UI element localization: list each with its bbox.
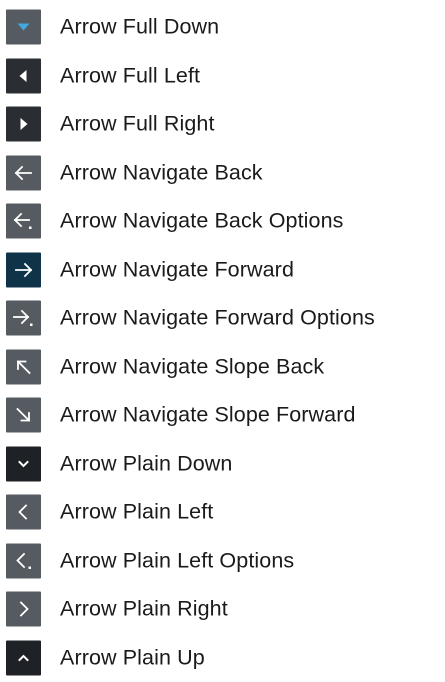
arrow-plain-left-options-icon: [6, 543, 41, 578]
arrow-full-left-icon: [6, 58, 41, 93]
item-label: Arrow Plain Up: [60, 645, 205, 670]
item-label: Arrow Navigate Back: [60, 160, 263, 185]
arrow-plain-left-icon: [6, 495, 41, 530]
list-item: Arrow Navigate Slope Back: [0, 343, 445, 392]
list-item: Arrow Navigate Forward: [0, 246, 445, 295]
item-label: Arrow Plain Down: [60, 451, 232, 476]
arrow-navigate-forward-icon: [6, 252, 41, 287]
arrow-plain-up-icon: [6, 640, 41, 675]
list-item: Arrow Navigate Forward Options: [0, 294, 445, 343]
arrow-plain-right-icon: [6, 592, 41, 627]
item-label: Arrow Navigate Slope Forward: [60, 403, 356, 428]
list-item: Arrow Navigate Back Options: [0, 197, 445, 246]
arrow-navigate-forward-options-icon: [6, 301, 41, 336]
list-item: Arrow Plain Left: [0, 488, 445, 537]
list-item: Arrow Plain Left Options: [0, 537, 445, 586]
arrow-full-right-icon: [6, 107, 41, 142]
arrow-navigate-back-options-icon: [6, 204, 41, 239]
item-label: Arrow Navigate Slope Back: [60, 354, 324, 379]
item-label: Arrow Plain Right: [60, 597, 228, 622]
list-item: Arrow Full Left: [0, 52, 445, 101]
item-label: Arrow Full Down: [60, 15, 219, 40]
list-item: Arrow Full Right: [0, 100, 445, 149]
list-item: Arrow Plain Down: [0, 440, 445, 489]
arrow-plain-down-icon: [6, 446, 41, 481]
item-label: Arrow Navigate Back Options: [60, 209, 344, 234]
arrow-navigate-slope-back-icon: [6, 349, 41, 384]
item-label: Arrow Full Right: [60, 112, 215, 137]
list-item: Arrow Plain Right: [0, 585, 445, 634]
item-label: Arrow Full Left: [60, 63, 200, 88]
item-label: Arrow Plain Left: [60, 500, 213, 525]
arrow-navigate-slope-forward-icon: [6, 398, 41, 433]
item-label: Arrow Navigate Forward Options: [60, 306, 375, 331]
arrow-navigate-back-icon: [6, 155, 41, 190]
arrow-full-down-icon: [6, 10, 41, 45]
item-label: Arrow Navigate Forward: [60, 257, 294, 282]
list-item: Arrow Full Down: [0, 3, 445, 52]
list-item: Arrow Navigate Back: [0, 149, 445, 198]
list-item: Arrow Navigate Slope Forward: [0, 391, 445, 440]
item-label: Arrow Plain Left Options: [60, 548, 294, 573]
